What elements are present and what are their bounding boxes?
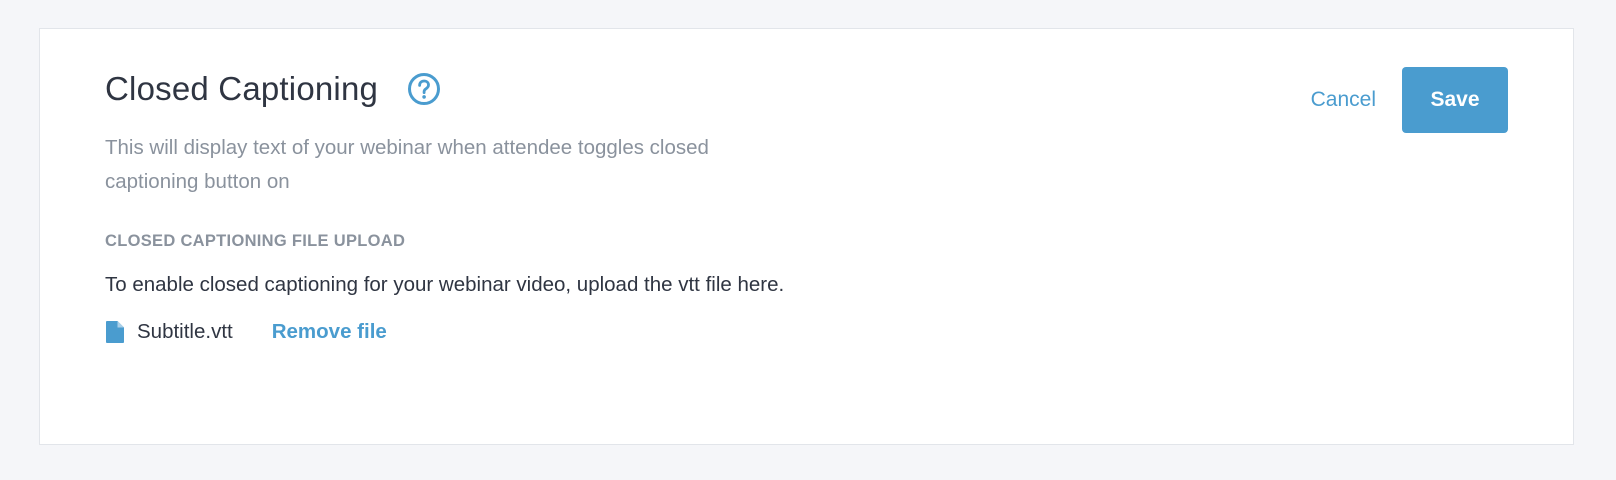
upload-section-label: CLOSED CAPTIONING FILE UPLOAD [105, 232, 406, 250]
title-row: Closed Captioning [105, 67, 442, 111]
file-icon [105, 320, 127, 344]
remove-file-link[interactable]: Remove file [272, 320, 387, 344]
cancel-button[interactable]: Cancel [1311, 88, 1376, 112]
uploaded-file-row: Subtitle.vtt Remove file [105, 320, 387, 344]
file-name: Subtitle.vtt [137, 320, 233, 343]
description-text: This will display text of your webinar w… [105, 136, 709, 193]
closed-captioning-card: Closed Captioning This will display text… [39, 28, 1574, 445]
page-title: Closed Captioning [105, 70, 379, 107]
question-circle-icon[interactable] [406, 71, 442, 107]
upload-instruction: To enable closed captioning for your web… [105, 273, 785, 296]
action-buttons: Cancel Save [1311, 67, 1508, 133]
save-button[interactable]: Save [1402, 67, 1508, 133]
